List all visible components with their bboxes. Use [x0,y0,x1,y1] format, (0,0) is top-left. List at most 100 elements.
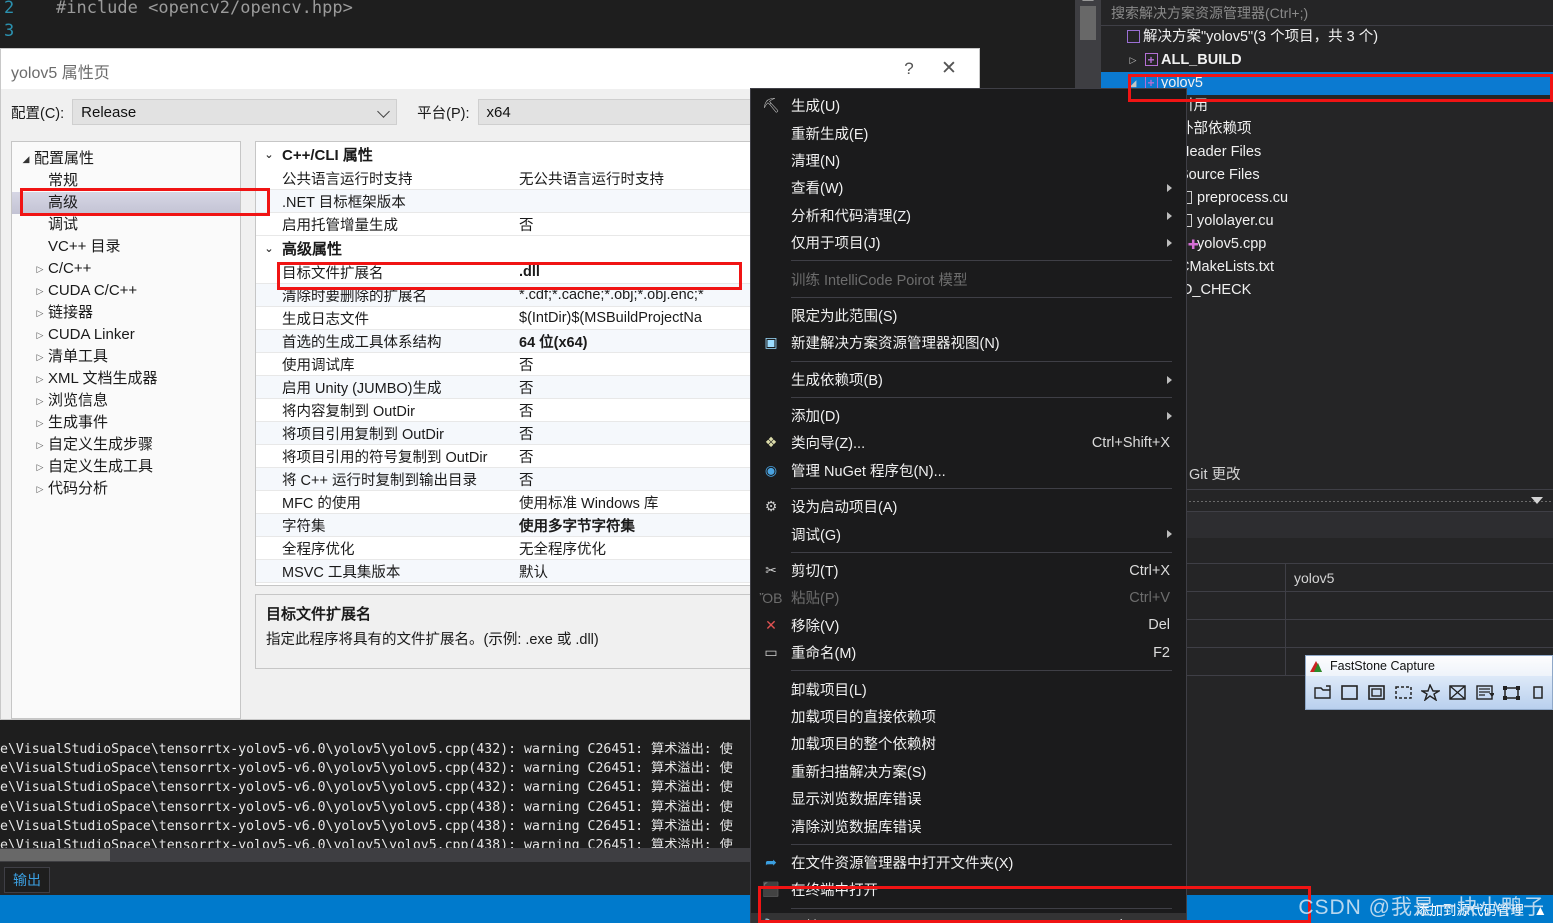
dialog-tree-item[interactable]: ▷ 浏览信息 [12,390,240,412]
output-scroll-thumb[interactable] [0,849,110,861]
context-menu-item[interactable]: 加载项目的直接依赖项 [751,703,1186,730]
capture-window-icon[interactable] [1336,679,1363,706]
properties-grid-value[interactable]: yolov5 [1286,570,1334,586]
code-editor[interactable]: 2 3 #include <opencv2/opencv.hpp> [0,0,1070,46]
solution-tree-label: Header Files [1179,144,1262,160]
context-menu-item[interactable]: ▣ 新建解决方案资源管理器视图(N) [751,329,1186,356]
tree-twisty-icon[interactable]: ▷ [32,280,48,302]
submenu-arrow-icon [1167,211,1172,220]
capture-scrolling-icon[interactable] [1471,679,1498,706]
capture-freehand-icon[interactable] [1417,679,1444,706]
tree-twisty-icon[interactable]: ◢ [18,148,34,170]
close-icon[interactable]: ✕ [937,57,961,81]
open-folder-icon[interactable] [1309,679,1336,706]
context-menu-item[interactable]: 卸载项目(L) [751,675,1186,702]
capture-object-icon[interactable] [1363,679,1390,706]
dialog-tree-item[interactable]: ▷ 自定义生成工具 [12,456,240,478]
context-menu-item[interactable]: 调试(G) [751,520,1186,547]
video-icon[interactable] [1525,679,1552,706]
faststone-title-bar[interactable]: FastStone Capture [1306,656,1552,676]
context-menu-item[interactable]: 清除浏览数据库错误 [751,812,1186,839]
property-name: 将项目引用复制到 OutDir [282,426,444,443]
context-menu-item[interactable]: 重新生成(E) [751,119,1186,146]
context-menu-item[interactable]: 生成依赖项(B) [751,366,1186,393]
context-menu-item[interactable]: 显示浏览数据库错误 [751,785,1186,812]
context-menu-item[interactable]: ⚙ 设为启动项目(A) [751,493,1186,520]
context-menu-item[interactable]: ◉ 管理 NuGet 程序包(N)... [751,457,1186,484]
tree-twisty-icon[interactable]: ▷ [32,368,48,390]
tree-twisty-icon[interactable]: ▷ [32,258,48,280]
context-menu-item[interactable]: ▭ 重命名(M) F2 [751,639,1186,666]
scroll-up-arrow[interactable] [1082,0,1094,1]
solution-search-box[interactable]: 搜索解决方案资源管理器(Ctrl+;) [1101,0,1553,26]
context-menu-label: 查看(W) [791,181,844,198]
context-menu-item[interactable]: 🔧属性(R)Alt+Enter [751,912,1186,923]
solution-tree-row[interactable]: 解决方案"yolov5"(3 个项目，共 3 个) [1101,26,1553,49]
context-menu-item[interactable]: 清理(N) [751,147,1186,174]
context-menu-shortcut: Ctrl+X [1129,562,1170,579]
dialog-tree-item[interactable]: ▷ 自定义生成步骤 [12,434,240,456]
tree-twisty-icon[interactable]: ▷ [32,412,48,434]
config-label: 配置(C): [11,105,65,122]
dialog-tree-item[interactable]: 高级 [12,192,240,214]
chevron-down-icon[interactable] [1531,497,1543,504]
tab-git-changes[interactable]: Git 更改 [1179,459,1251,489]
class-wizard-icon: ❖ [764,434,778,451]
context-menu-separator [791,488,1172,490]
configuration-dropdown[interactable]: Release [72,99,398,125]
help-icon[interactable]: ? [897,57,921,81]
dialog-tree-item[interactable]: 常规 [12,170,240,192]
context-menu-item[interactable]: 仅用于项目(J) [751,229,1186,256]
dialog-tree-label: CUDA C/C++ [48,282,138,299]
project-icon [1141,49,1161,72]
chevron-down-icon[interactable]: ⌄ [256,148,282,161]
solution-tree-label: 外部依赖项 [1179,121,1252,137]
tree-twisty-icon[interactable]: ▷ [32,456,48,478]
scroll-thumb[interactable] [1080,6,1096,40]
dialog-tree-item[interactable]: ▷ 链接器 [12,302,240,324]
context-menu-item[interactable]: ⬛ 在终端中打开 [751,876,1186,903]
dialog-tree-item[interactable]: ▷ XML 文档生成器 [12,368,240,390]
context-menu-item[interactable]: ⛏ 生成(U) [751,92,1186,119]
tree-twisty-icon[interactable]: ▷ [32,434,48,456]
tree-twisty-icon[interactable]: ▷ [1125,49,1141,72]
context-menu-item[interactable]: ❖ 类向导(Z)... Ctrl+Shift+X [751,429,1186,456]
context-menu-item[interactable]: 重新扫描解决方案(S) [751,758,1186,785]
context-menu-item[interactable]: 查看(W) [751,174,1186,201]
solution-tree-label: Source Files [1179,167,1260,183]
context-menu-item[interactable]: ✂ 剪切(T) Ctrl+X [751,557,1186,584]
context-menu-separator [791,360,1172,362]
nuget-icon: ◉ [764,461,778,478]
context-menu-item[interactable]: 限定为此范围(S) [751,302,1186,329]
build-icon: ⛏ [762,97,780,114]
dialog-tree-item[interactable]: ▷ CUDA Linker [12,324,240,346]
tree-twisty-icon[interactable]: ▷ [32,390,48,412]
tree-twisty-icon[interactable]: ▷ [32,346,48,368]
platform-dropdown[interactable]: x64 [477,99,778,125]
capture-rect-icon[interactable] [1390,679,1417,706]
tree-twisty-icon[interactable]: ▷ [32,324,48,346]
dialog-tree-item[interactable]: ▷ 清单工具 [12,346,240,368]
context-menu-item[interactable]: 添加(D) [751,402,1186,429]
dialog-tree-item[interactable]: ▷ C/C++ [12,258,240,280]
tree-twisty-icon[interactable]: ▷ [32,478,48,500]
dialog-tree-item[interactable]: ▷ 生成事件 [12,412,240,434]
dialog-tree-item[interactable]: VC++ 目录 [12,236,240,258]
context-menu-label: 加载项目的整个依赖树 [791,737,936,754]
tree-twisty-icon[interactable]: ▷ [32,302,48,324]
chevron-down-icon[interactable]: ⌄ [256,242,282,255]
tab-output[interactable]: 输出 [4,867,50,893]
dialog-tree-item[interactable]: 调试 [12,214,240,236]
property-name: 首选的生成工具体系结构 [282,334,442,351]
rename-icon: ▭ [764,644,778,661]
dialog-tree-item[interactable]: ◢ 配置属性 [12,148,240,170]
dialog-tree-item[interactable]: ▷ CUDA C/C++ [12,280,240,302]
context-menu-item[interactable]: 加载项目的整个依赖树 [751,730,1186,757]
context-menu-item[interactable]: 分析和代码清理(Z) [751,202,1186,229]
capture-fullscreen-icon[interactable] [1444,679,1471,706]
context-menu-item[interactable]: ✕ 移除(V) Del [751,612,1186,639]
solution-tree-row[interactable]: ▷ ALL_BUILD [1101,49,1553,72]
dialog-tree-item[interactable]: ▷ 代码分析 [12,478,240,500]
context-menu-item[interactable]: ➦ 在文件资源管理器中打开文件夹(X) [751,849,1186,876]
capture-fixed-icon[interactable] [1498,679,1525,706]
